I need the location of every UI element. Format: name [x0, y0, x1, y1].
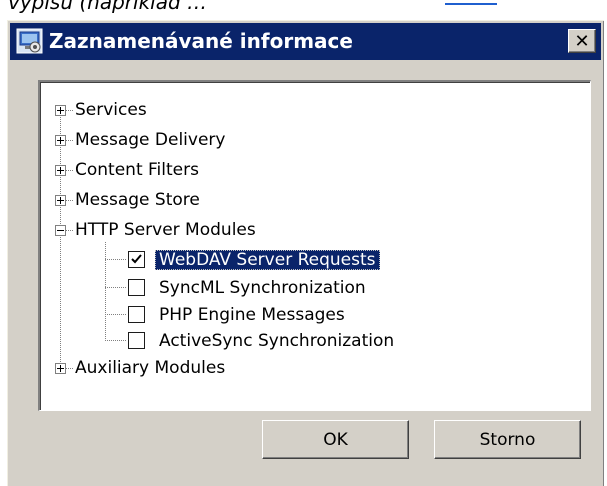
background-clipped-text: výpisu (například … [8, 0, 208, 14]
checkbox-icon[interactable] [128, 306, 145, 323]
checkbox-icon[interactable] [128, 332, 145, 349]
title-bar[interactable]: Zaznamenávané informace ✕ [10, 23, 601, 60]
tree-node-label: PHP Engine Messages [159, 305, 345, 325]
tree-node-label: Services [75, 100, 147, 120]
tree-node-label: ActiveSync Synchronization [159, 331, 395, 351]
close-button[interactable]: ✕ [568, 29, 596, 53]
tree-node-label: WebDAV Server Requests [155, 250, 380, 270]
checkbox-icon[interactable] [128, 251, 145, 268]
tree-expander-icon[interactable] [55, 195, 66, 206]
tree-node-label: HTTP Server Modules [75, 220, 256, 240]
ok-button[interactable]: OK [262, 420, 409, 459]
dialog-app-icon [16, 28, 43, 54]
tree-node-label: SyncML Synchronization [159, 278, 366, 298]
close-icon: ✕ [574, 30, 590, 52]
tree-node-label: Content Filters [75, 160, 199, 180]
checkmark-icon [131, 254, 142, 264]
dialog-window: Zaznamenávané informace ✕ Services Messa… [7, 20, 604, 486]
tree-node-label: Auxiliary Modules [75, 358, 226, 378]
tree-expander-icon[interactable] [55, 135, 66, 146]
dialog-title: Zaznamenávané informace [49, 29, 353, 53]
tree-view[interactable]: Services Message Delivery Content Filter… [38, 80, 591, 411]
background-strip: výpisu (například … [0, 0, 607, 22]
tree-expander-icon[interactable] [55, 225, 66, 236]
tree-expander-icon[interactable] [55, 165, 66, 176]
checkbox-icon[interactable] [128, 279, 145, 296]
tree-node-label: Message Store [75, 190, 200, 210]
tree-node-label: Message Delivery [75, 130, 226, 150]
background-link-underline [445, 3, 497, 5]
tree-expander-icon[interactable] [55, 363, 66, 374]
cancel-button[interactable]: Storno [434, 420, 581, 459]
tree-expander-icon[interactable] [55, 105, 66, 116]
